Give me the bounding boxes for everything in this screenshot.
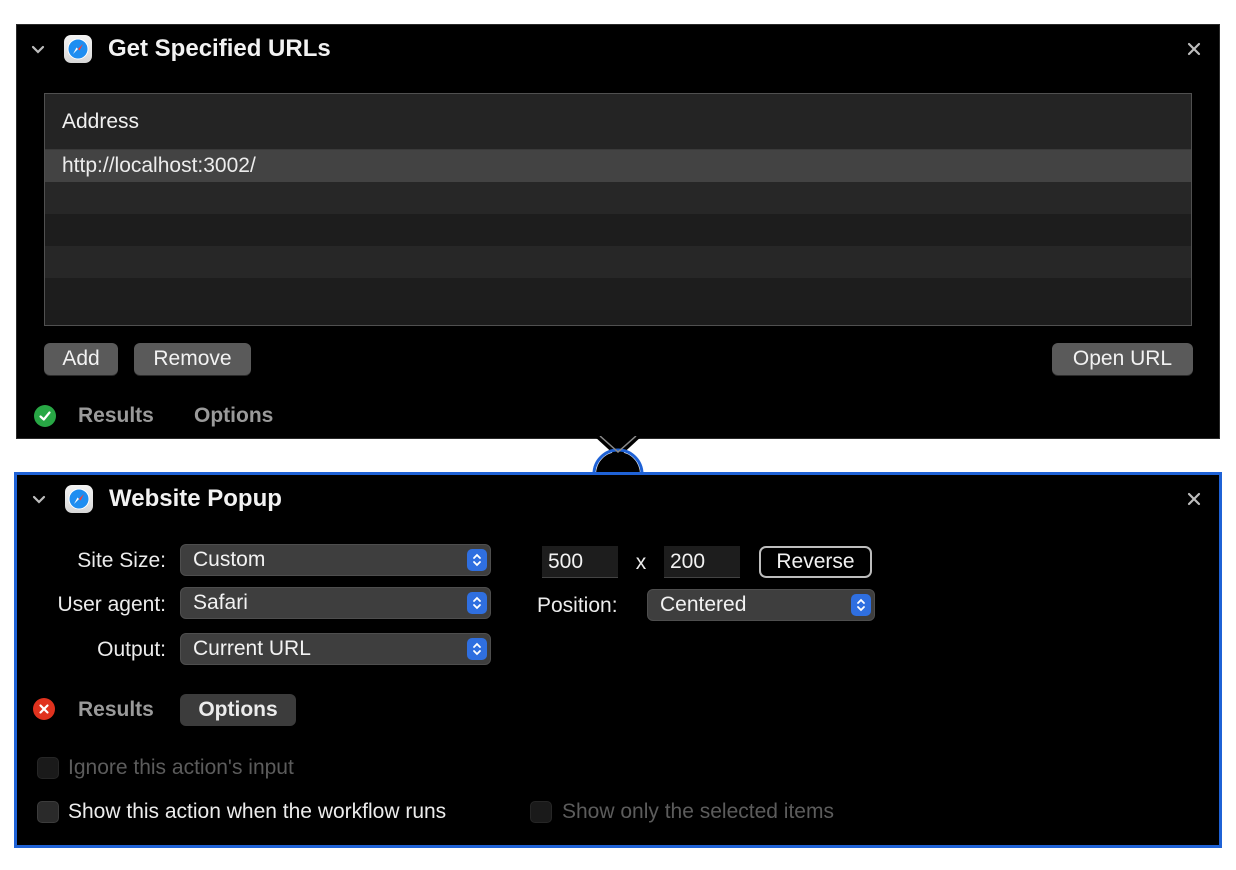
width-field[interactable]: 500 bbox=[542, 546, 618, 578]
check-icon bbox=[39, 411, 51, 421]
tab-options[interactable]: Options bbox=[180, 694, 296, 726]
close-icon[interactable] bbox=[1187, 42, 1201, 56]
error-status-icon bbox=[33, 698, 55, 720]
position-popup[interactable]: Centered bbox=[647, 589, 875, 621]
output-value: Current URL bbox=[193, 637, 311, 660]
table-header[interactable]: Address bbox=[45, 94, 1191, 150]
height-field[interactable]: 200 bbox=[664, 546, 740, 578]
table-row[interactable]: http://localhost:3002/ bbox=[45, 150, 1191, 182]
action-website-popup: Website Popup Site Size: User agent: Out… bbox=[14, 472, 1222, 848]
user-agent-label: User agent: bbox=[57, 593, 166, 616]
column-header-address[interactable]: Address bbox=[62, 110, 139, 134]
chevron-down-icon[interactable] bbox=[31, 43, 45, 57]
reverse-button[interactable]: Reverse bbox=[759, 546, 872, 578]
show-action-checkbox[interactable] bbox=[37, 801, 59, 823]
x-icon bbox=[39, 704, 49, 714]
remove-button[interactable]: Remove bbox=[134, 343, 251, 375]
site-size-value: Custom bbox=[193, 548, 266, 571]
action-title: Get Specified URLs bbox=[108, 35, 331, 62]
times-label: x bbox=[635, 551, 647, 574]
add-button[interactable]: Add bbox=[44, 343, 118, 375]
position-value: Centered bbox=[660, 593, 747, 616]
close-icon[interactable] bbox=[1187, 492, 1201, 506]
table-row[interactable] bbox=[45, 182, 1191, 214]
show-selected-label: Show only the selected items bbox=[562, 800, 834, 823]
safari-icon bbox=[64, 35, 92, 63]
action-connector bbox=[592, 436, 644, 475]
output-popup[interactable]: Current URL bbox=[180, 633, 491, 665]
stepper-icon bbox=[467, 638, 487, 660]
show-selected-checkbox[interactable] bbox=[530, 801, 552, 823]
url-table[interactable]: Address http://localhost:3002/ bbox=[44, 93, 1192, 326]
tab-results[interactable]: Results bbox=[78, 404, 154, 428]
position-label: Position: bbox=[537, 594, 618, 617]
chevron-down-icon[interactable] bbox=[32, 493, 46, 507]
stepper-icon bbox=[467, 549, 487, 571]
open-url-button[interactable]: Open URL bbox=[1052, 343, 1193, 375]
tab-results[interactable]: Results bbox=[78, 698, 154, 722]
site-size-popup[interactable]: Custom bbox=[180, 544, 491, 576]
output-label: Output: bbox=[97, 638, 166, 661]
ignore-input-label: Ignore this action's input bbox=[68, 756, 294, 779]
success-status-icon bbox=[34, 405, 56, 427]
site-size-label: Site Size: bbox=[77, 549, 166, 572]
table-row[interactable] bbox=[45, 278, 1191, 310]
url-cell[interactable]: http://localhost:3002/ bbox=[62, 154, 256, 178]
tab-options[interactable]: Options bbox=[194, 404, 273, 428]
safari-icon bbox=[65, 485, 93, 513]
user-agent-value: Safari bbox=[193, 591, 248, 614]
stepper-icon bbox=[467, 592, 487, 614]
action-get-specified-urls: Get Specified URLs Address http://localh… bbox=[16, 24, 1220, 439]
action-title: Website Popup bbox=[109, 485, 282, 512]
stepper-icon bbox=[851, 594, 871, 616]
table-row[interactable] bbox=[45, 214, 1191, 246]
table-row[interactable] bbox=[45, 246, 1191, 278]
show-action-label: Show this action when the workflow runs bbox=[68, 800, 447, 823]
user-agent-popup[interactable]: Safari bbox=[180, 587, 491, 619]
ignore-input-checkbox[interactable] bbox=[37, 757, 59, 779]
